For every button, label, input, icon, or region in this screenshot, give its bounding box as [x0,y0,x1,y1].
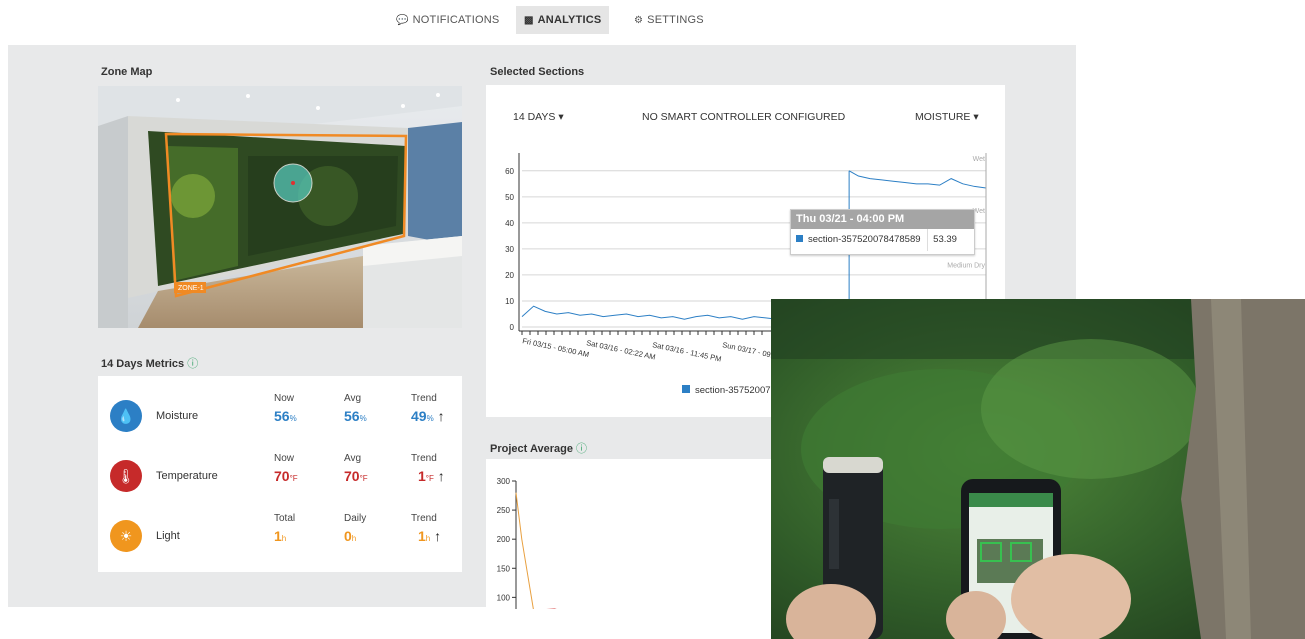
y-tick-label: 10 [505,297,514,306]
series-line [848,170,987,189]
photo-illustration [771,299,1305,639]
water-drop-icon: 💧 [110,400,142,432]
metric-value: 1h [274,528,287,544]
metric-value: 70°F [274,468,298,484]
x-tick-label: Fri 03/15 - 05:00 AM [522,336,590,359]
metric-trend: 1°F ↑ [418,468,445,484]
nav-analytics[interactable]: ▩ ANALYTICS [516,6,610,34]
series-line [515,492,534,609]
y-tick-label: 300 [497,477,511,486]
metric-value: 70°F [344,468,368,484]
arrow-up-icon: ↑ [437,468,445,484]
arrow-up-icon: ↑ [434,528,442,544]
selected-sections-title: Selected Sections [490,66,585,78]
metric-trend: 49% ↑ [411,408,445,424]
legend-swatch [796,235,803,242]
metric-value: 56% [344,408,367,424]
metrics-title: 14 Days Metrics ⓘ [101,358,199,370]
help-icon[interactable]: ⓘ [576,443,587,455]
metric-row-light: ☀ Light Total 1h Daily 0h Trend 1h ↑ [98,506,462,566]
project-average-chart[interactable]: 100 150 200 250 300 [486,459,786,609]
y-tick-label: 200 [497,535,511,544]
y-tick-label: 30 [505,245,514,254]
project-average-card: 100 150 200 250 300 [486,459,786,609]
band-label: Medium Dry [947,263,985,270]
y-tick-label: 0 [510,323,515,332]
x-tick-label: Sun 03/17 - 09:0 [722,340,778,360]
project-average-title: Project Average ⓘ [490,443,588,455]
metric-row-moisture: 💧 Moisture Now 56% Avg 56% Trend 49% ↑ [98,386,462,446]
nav-settings[interactable]: ⚙ SETTINGS [626,6,712,34]
metrics-card: 💧 Moisture Now 56% Avg 56% Trend 49% ↑ 🌡… [98,376,462,572]
chart-legend[interactable]: section-35752007 [682,385,771,396]
zone-label: ZONE-1 [178,285,204,292]
y-tick-label: 150 [497,564,511,573]
arrow-up-icon: ↑ [437,408,445,424]
y-tick-label: 250 [497,506,511,515]
y-tick-label: 100 [497,593,511,602]
legend-swatch [682,385,690,393]
band-label: Wet [973,156,985,163]
metric-row-temperature: 🌡 Temperature Now 70°F Avg 70°F Trend 1°… [98,446,462,506]
sensor-phone-photo [771,299,1305,639]
chat-bubbles-icon: 💬 [396,15,409,26]
top-nav: 💬 NOTIFICATIONS ▩ ANALYTICS ⚙ SETTINGS [0,0,1305,40]
bar-chart-icon: ▩ [524,15,534,26]
gears-icon: ⚙ [634,15,644,26]
y-tick-label: 60 [505,167,514,176]
x-tick-label: Sat 03/16 - 11:45 PM [652,340,723,363]
thermometer-icon: 🌡 [110,460,142,492]
x-tick-label: Sat 03/16 - 02:22 AM [586,338,657,361]
help-icon[interactable]: ⓘ [187,358,198,370]
metric-trend: 1h ↑ [418,528,442,544]
y-tick-label: 50 [505,193,514,202]
nav-notifications[interactable]: 💬 NOTIFICATIONS [388,6,507,34]
y-tick-label: 40 [505,219,514,228]
chart-tooltip: Thu 03/21 - 04:00 PM section-35752007847… [790,209,975,255]
metric-value: 0h [344,528,357,544]
zone-map-image[interactable]: ZONE-1 [98,86,462,328]
zone-map-title: Zone Map [101,66,153,78]
y-tick-label: 20 [505,271,514,280]
sun-icon: ☀ [110,520,142,552]
living-wall-illustration: ZONE-1 [98,86,462,328]
metric-value: 56% [274,408,297,424]
